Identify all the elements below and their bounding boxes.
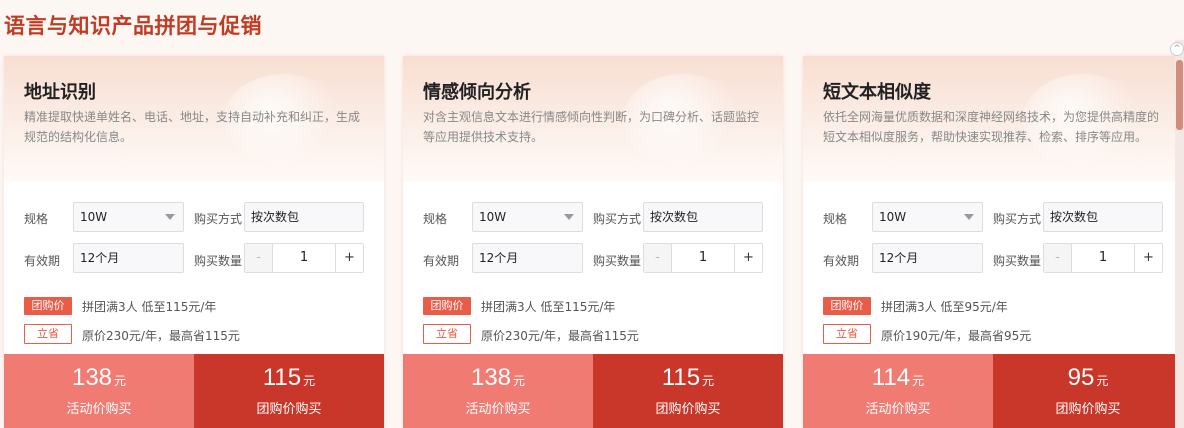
activity-price: 138	[470, 364, 512, 391]
currency-unit: 元	[513, 374, 526, 388]
spec-select[interactable]: 10W	[872, 202, 983, 232]
save-badge: 立省	[423, 324, 471, 344]
spec-select[interactable]: 10W	[472, 202, 583, 232]
quantity-stepper: - 1 +	[643, 243, 763, 273]
page-title: 语言与知识产品拼团与促销	[4, 14, 262, 38]
activity-buy-button[interactable]: 114 元 活动价购买	[803, 354, 993, 428]
activity-price: 114	[871, 364, 911, 391]
purchase-method-label: 购买方式	[593, 212, 642, 226]
quantity-plus-button[interactable]: +	[734, 244, 762, 272]
purchase-method-field[interactable]: 按次数包	[1043, 202, 1163, 232]
quantity-input[interactable]: 1	[1072, 244, 1134, 272]
currency-unit: 元	[1096, 374, 1109, 388]
activity-price: 138	[71, 364, 113, 391]
validity-field[interactable]: 12个月	[872, 243, 983, 273]
chevron-down-icon	[564, 214, 574, 220]
activity-buy-button[interactable]: 138 元 活动价购买	[4, 354, 194, 428]
save-badge: 立省	[24, 324, 72, 344]
save-badge: 立省	[823, 324, 871, 344]
group-buy-label: 团购价购买	[1055, 402, 1121, 417]
purchase-method-value: 按次数包	[650, 210, 699, 224]
chevron-down-icon	[165, 214, 175, 220]
purchase-method-label: 购买方式	[993, 212, 1042, 226]
product-card-address: 地址识别 精准提取快递单姓名、电话、地址，支持自动补充和纠正，生成规范的结构化信…	[4, 56, 384, 428]
group-price: 115	[661, 364, 701, 391]
product-card-similarity: 短文本相似度 依托全网海量优质数据和深度神经网络技术，为您提供高精度的短文本相似…	[803, 56, 1183, 428]
purchase-method-field[interactable]: 按次数包	[244, 202, 364, 232]
card-title: 短文本相似度	[823, 82, 931, 103]
currency-unit: 元	[702, 374, 715, 388]
chevron-down-icon	[964, 214, 974, 220]
scrollbar-thumb[interactable]	[1176, 60, 1183, 130]
card-title: 地址识别	[24, 82, 96, 103]
group-price: 95	[1067, 364, 1095, 391]
purchase-method-field[interactable]: 按次数包	[643, 202, 763, 232]
activity-buy-button[interactable]: 138 元 活动价购买	[403, 354, 593, 428]
original-price-text: 原价190元/年，最高省95元	[881, 329, 1032, 343]
group-price-text: 拼团满3人 低至95元/年	[881, 300, 1008, 314]
group-price-badge: 团购价	[823, 297, 871, 315]
quantity-minus-button[interactable]: -	[644, 244, 672, 272]
quantity-plus-button[interactable]: +	[1134, 244, 1162, 272]
currency-unit: 元	[114, 374, 127, 388]
validity-field[interactable]: 12个月	[472, 243, 583, 273]
card-description: 依托全网海量优质数据和深度神经网络技术，为您提供高精度的短文本相似度服务，帮助快…	[823, 110, 1160, 144]
validity-label: 有效期	[823, 254, 860, 268]
quantity-label: 购买数量	[593, 254, 642, 268]
purchase-method-value: 按次数包	[251, 210, 300, 224]
group-price-badge: 团购价	[423, 297, 471, 315]
validity-label: 有效期	[24, 254, 61, 268]
group-buy-button[interactable]: 115 元 团购价购买	[194, 354, 384, 428]
card-title: 情感倾向分析	[423, 82, 531, 103]
activity-buy-label: 活动价购买	[465, 402, 531, 417]
purchase-method-value: 按次数包	[1050, 210, 1099, 224]
quantity-label: 购买数量	[194, 254, 243, 268]
quantity-label: 购买数量	[993, 254, 1042, 268]
activity-buy-label: 活动价购买	[865, 402, 931, 417]
validity-field[interactable]: 12个月	[73, 243, 184, 273]
spec-value: 10W	[879, 210, 907, 224]
spec-label: 规格	[423, 212, 448, 226]
card-description: 精准提取快递单姓名、电话、地址，支持自动补充和纠正，生成规范的结构化信息。	[24, 110, 361, 144]
card-description: 对含主观信息文本进行情感倾向性判断，为口碑分析、话题监控等应用提供技术支持。	[423, 110, 760, 144]
spec-select[interactable]: 10W	[73, 202, 184, 232]
original-price-text: 原价230元/年，最高省115元	[82, 329, 240, 343]
spec-value: 10W	[479, 210, 507, 224]
validity-value: 12个月	[479, 251, 519, 265]
group-buy-label: 团购价购买	[655, 402, 721, 417]
spec-label: 规格	[24, 212, 49, 226]
spec-label: 规格	[823, 212, 848, 226]
vertical-scrollbar[interactable]	[1175, 40, 1184, 428]
quantity-input[interactable]: 1	[672, 244, 734, 272]
group-buy-button[interactable]: 95 元 团购价购买	[993, 354, 1183, 428]
chevron-up-icon[interactable]: ^	[1170, 42, 1184, 56]
validity-value: 12个月	[80, 251, 120, 265]
quantity-plus-button[interactable]: +	[335, 244, 363, 272]
group-price-text: 拼团满3人 低至115元/年	[82, 300, 217, 314]
quantity-input[interactable]: 1	[273, 244, 335, 272]
quantity-stepper: - 1 +	[244, 243, 364, 273]
original-price-text: 原价230元/年，最高省115元	[481, 329, 639, 343]
group-buy-label: 团购价购买	[256, 402, 322, 417]
product-card-sentiment: 情感倾向分析 对含主观信息文本进行情感倾向性判断，为口碑分析、话题监控等应用提供…	[403, 56, 783, 428]
currency-unit: 元	[303, 374, 316, 388]
group-buy-button[interactable]: 115 元 团购价购买	[593, 354, 783, 428]
quantity-minus-button[interactable]: -	[245, 244, 273, 272]
purchase-method-label: 购买方式	[194, 212, 243, 226]
validity-value: 12个月	[879, 251, 919, 265]
activity-buy-label: 活动价购买	[66, 402, 132, 417]
group-price-badge: 团购价	[24, 297, 72, 315]
validity-label: 有效期	[423, 254, 460, 268]
quantity-minus-button[interactable]: -	[1044, 244, 1072, 272]
group-price: 115	[262, 364, 302, 391]
group-price-text: 拼团满3人 低至115元/年	[481, 300, 616, 314]
spec-value: 10W	[80, 210, 108, 224]
quantity-stepper: - 1 +	[1043, 243, 1163, 273]
currency-unit: 元	[912, 374, 925, 388]
